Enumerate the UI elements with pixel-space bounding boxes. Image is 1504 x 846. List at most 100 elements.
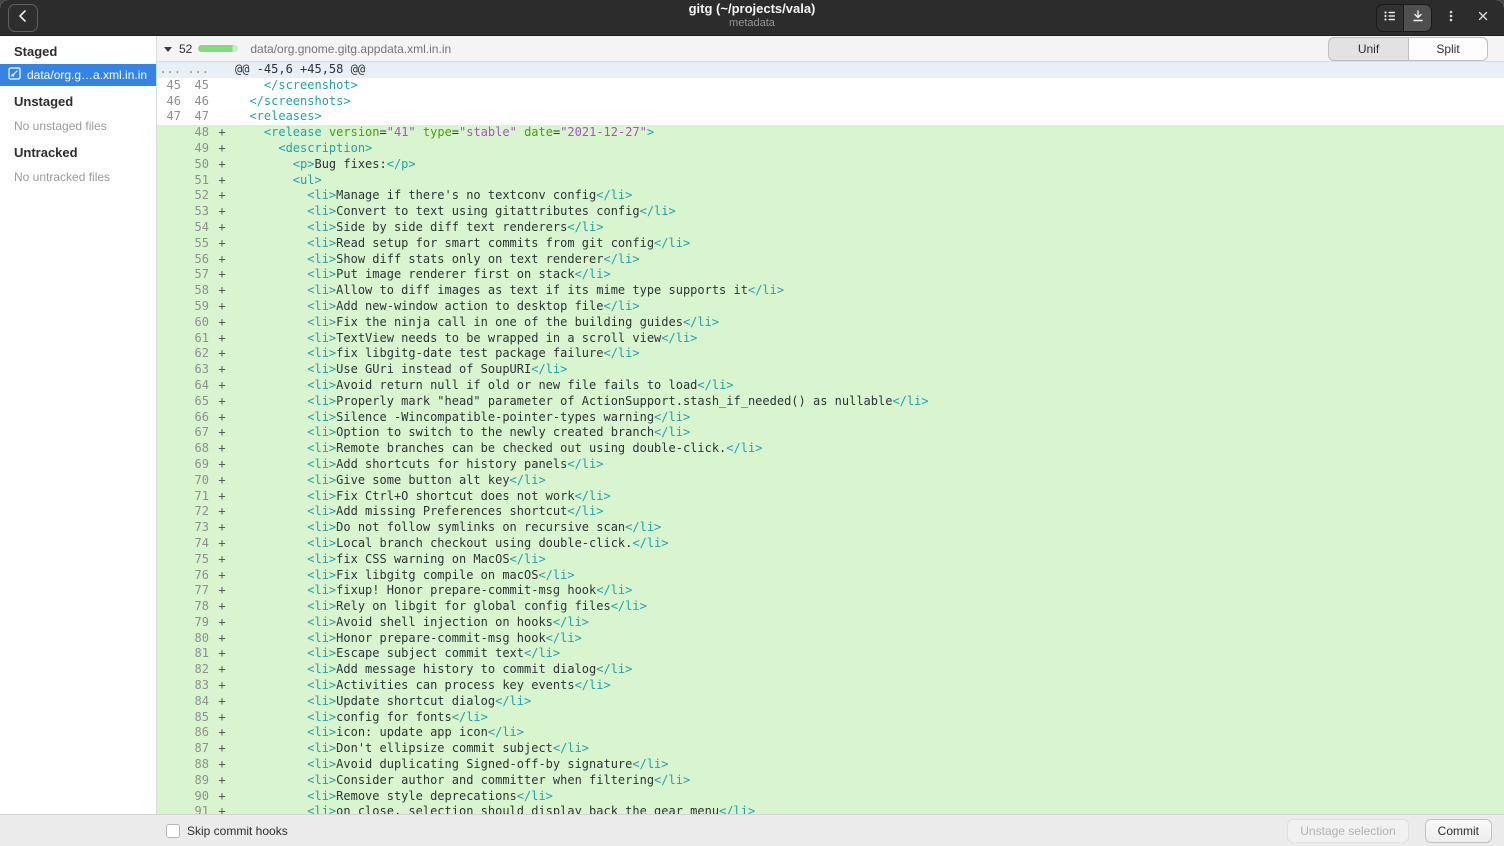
diff-line-row[interactable]: 89+ <li>Consider author and committer wh… [157,773,1504,789]
download-button[interactable] [1404,4,1432,32]
code-token: Convert to text using gitattributes conf… [336,204,639,218]
diff-line-row[interactable]: 80+ <li>Honor prepare-commit-msg hook</l… [157,631,1504,647]
diff-line-row[interactable]: 64+ <li>Avoid return null if old or new … [157,378,1504,394]
diff-line-row[interactable]: 62+ <li>fix libgitg-date test package fa… [157,346,1504,362]
menu-button[interactable] [1438,4,1464,32]
skip-commit-hooks-checkbox[interactable]: Skip commit hooks [166,824,288,838]
new-line-number: 60 [185,315,213,331]
line-content: <li>Show diff stats only on text rendere… [231,252,640,268]
diff-line-row[interactable]: 58+ <li>Allow to diff images as text if … [157,283,1504,299]
diff-line-row[interactable]: 56+ <li>Show diff stats only on text ren… [157,252,1504,268]
line-marker: + [213,694,231,710]
diff-line-row[interactable]: 4747 <releases> [157,109,1504,125]
code-token: Don't ellipsize commit subject [336,741,553,755]
diff-line-row[interactable]: 51+ <ul> [157,173,1504,189]
code-token: </li> [517,789,553,803]
diff-line-row[interactable]: 86+ <li>icon: update app icon</li> [157,725,1504,741]
diff-line-row[interactable]: 91+ <li>on close, selection should displ… [157,804,1504,814]
code-token: <li> [307,331,336,345]
code-token: <li> [307,646,336,660]
diff-line-row[interactable]: 53+ <li>Convert to text using gitattribu… [157,204,1504,220]
old-line-number [157,694,185,710]
expander-icon[interactable] [163,44,173,54]
new-line-number: 70 [185,473,213,489]
new-line-number: 73 [185,520,213,536]
diff-line-row[interactable]: 76+ <li>Fix libgitg compile on macOS</li… [157,568,1504,584]
line-marker: + [213,267,231,283]
diff-line-row[interactable]: 60+ <li>Fix the ninja call in one of the… [157,315,1504,331]
line-content: <li>Avoid return null if old or new file… [231,378,734,394]
diff-line-row[interactable]: 4646 </screenshots> [157,94,1504,110]
code-token: <li> [307,283,336,297]
code-token [235,741,307,755]
diff-line-row[interactable]: 71+ <li>Fix Ctrl+O shortcut does not wor… [157,489,1504,505]
code-token: Honor prepare-commit-msg hook [336,631,546,645]
diff-line-row[interactable]: 73+ <li>Do not follow symlinks on recurs… [157,520,1504,536]
diff-line-row[interactable]: 68+ <li>Remote branches can be checked o… [157,441,1504,457]
diff-line-row[interactable]: 67+ <li>Option to switch to the newly cr… [157,425,1504,441]
line-content: <li>Local branch checkout using double-c… [231,536,669,552]
diff-line-row[interactable]: 79+ <li>Avoid shell injection on hooks</… [157,615,1504,631]
diff-line-row[interactable]: 50+ <p>Bug fixes:</p> [157,157,1504,173]
diff-line-row[interactable]: 4545 </screenshot> [157,78,1504,94]
diff-line-row[interactable]: 82+ <li>Add message history to commit di… [157,662,1504,678]
line-content: <li>config for fonts</li> [231,710,488,726]
diff-line-row[interactable]: 88+ <li>Avoid duplicating Signed-off-by … [157,757,1504,773]
line-content: <li>Put image renderer first on stack</l… [231,267,611,283]
sidebar-item-staged-file[interactable]: data/org.g…a.xml.in.in [0,64,156,86]
diff-line-row[interactable]: 83+ <li>Activities can process key event… [157,678,1504,694]
diff-line-row[interactable]: 52+ <li>Manage if there's no textconv co… [157,188,1504,204]
code-token [235,757,307,771]
diff-line-row[interactable]: 66+ <li>Silence -Wincompatible-pointer-t… [157,410,1504,426]
diff-line-row[interactable]: 77+ <li>fixup! Honor prepare-commit-msg … [157,583,1504,599]
diff-line-row[interactable]: 74+ <li>Local branch checkout using doub… [157,536,1504,552]
diff-line-row[interactable]: 85+ <li>config for fonts</li> [157,710,1504,726]
diff-line-row[interactable]: 90+ <li>Remove style deprecations</li> [157,789,1504,805]
diff-line-row[interactable]: 78+ <li>Rely on libgit for global config… [157,599,1504,615]
code-token: <li> [307,220,336,234]
diff-line-row[interactable]: 75+ <li>fix CSS warning on MacOS</li> [157,552,1504,568]
new-line-number: 61 [185,331,213,347]
code-token [235,78,264,92]
line-content: <li>Remote branches can be checked out u… [231,441,762,457]
back-button[interactable] [8,4,38,32]
line-content: <li>on close, selection should display b… [231,804,755,814]
checkbox-box[interactable] [166,824,180,838]
code-token [235,441,307,455]
code-token: Avoid shell injection on hooks [336,615,553,629]
diff-line-row[interactable]: 49+ <description> [157,141,1504,157]
diff-line-row[interactable]: 48+ <release version="41" type="stable" … [157,125,1504,141]
close-button[interactable] [1470,4,1496,32]
diff-line-row[interactable]: 81+ <li>Escape subject commit text</li> [157,646,1504,662]
diff-line-row[interactable]: 59+ <li>Add new-window action to desktop… [157,299,1504,315]
unstage-selection-button[interactable]: Unstage selection [1287,819,1408,843]
file-edited-icon [8,67,21,83]
diff-line-row[interactable]: 63+ <li>Use GUri instead of SoupURI</li> [157,362,1504,378]
new-line-number: 76 [185,568,213,584]
diff-line-row[interactable]: 87+ <li>Don't ellipsize commit subject</… [157,741,1504,757]
code-token: </li> [632,536,668,550]
split-view-button[interactable]: Split [1408,37,1488,61]
diff-line-row[interactable]: 61+ <li>TextView needs to be wrapped in … [157,331,1504,347]
diff-line-row[interactable]: 54+ <li>Side by side diff text renderers… [157,220,1504,236]
list-view-button[interactable] [1376,4,1404,32]
code-token: </li> [567,457,603,471]
diff-line-row[interactable]: 69+ <li>Add shortcuts for history panels… [157,457,1504,473]
diff-line-row[interactable]: 65+ <li>Properly mark "head" parameter o… [157,394,1504,410]
code-token: </li> [603,346,639,360]
code-token: <li> [307,236,336,250]
diff-line-row[interactable]: 70+ <li>Give some button alt key</li> [157,473,1504,489]
diff-hunk-row[interactable]: ......@@ -45,6 +45,58 @@ [157,62,1504,78]
diff-line-row[interactable]: 57+ <li>Put image renderer first on stac… [157,267,1504,283]
line-content: </screenshot> [231,78,358,94]
commit-button[interactable]: Commit [1425,819,1492,843]
chevron-left-icon [16,9,30,26]
diff-line-row[interactable]: 84+ <li>Update shortcut dialog</li> [157,694,1504,710]
unified-view-button[interactable]: Unif [1328,37,1408,61]
diff-view[interactable]: ......@@ -45,6 +45,58 @@4545 </screensho… [157,62,1504,814]
old-line-number [157,789,185,805]
old-line-number: 47 [157,109,185,125]
diff-line-row[interactable]: 72+ <li>Add missing Preferences shortcut… [157,504,1504,520]
diff-line-row[interactable]: 55+ <li>Read setup for smart commits fro… [157,236,1504,252]
code-token: Show diff stats only on text renderer [336,252,603,266]
